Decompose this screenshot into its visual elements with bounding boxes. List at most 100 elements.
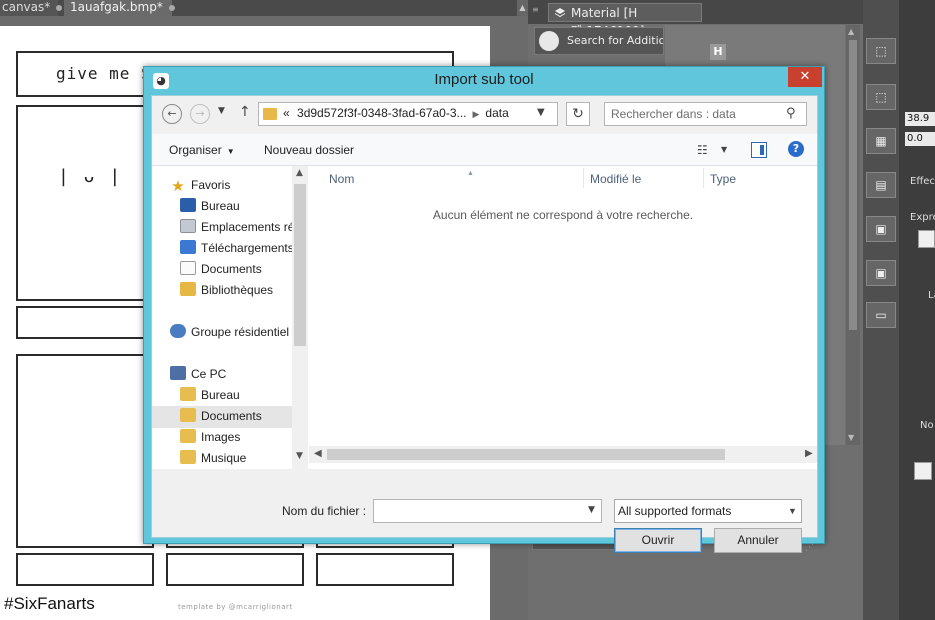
- view-options-icon[interactable]: ☷: [697, 143, 708, 157]
- scroll-up-icon[interactable]: ▲: [296, 168, 303, 178]
- sidebar-item-pictures[interactable]: Images: [180, 427, 240, 449]
- sidebar-scrollbar[interactable]: ▲ ▼: [292, 166, 308, 469]
- scroll-left-icon[interactable]: ◀: [314, 448, 322, 459]
- close-tab-icon[interactable]: [56, 4, 63, 11]
- scroll-up-icon[interactable]: ▲: [848, 27, 854, 36]
- filename-combo[interactable]: ▼: [373, 499, 602, 523]
- chevron-down-icon[interactable]: ▼: [721, 145, 727, 154]
- breadcrumb-parent[interactable]: 3d9d572f3f-0348-3fad-67a0-3...: [297, 106, 466, 120]
- column-divider[interactable]: [583, 168, 584, 188]
- sidebar-item-downloads[interactable]: Téléchargements: [180, 238, 294, 260]
- filename-label: Nom du fichier :: [282, 504, 367, 518]
- value-field[interactable]: 0.0: [905, 132, 935, 146]
- new-folder-button[interactable]: Nouveau dossier: [264, 143, 354, 157]
- sidebar-item-recent-places[interactable]: Emplacements ré: [180, 217, 294, 239]
- sidebar-item-documents[interactable]: Documents: [180, 259, 262, 281]
- search-icon[interactable]: ⚲: [786, 106, 796, 121]
- scroll-down-icon[interactable]: ▼: [848, 433, 854, 442]
- downloads-icon: [180, 240, 196, 254]
- sidebar-item-homegroup[interactable]: Groupe résidentiel: [170, 322, 289, 344]
- preview-pane-icon[interactable]: [751, 142, 767, 158]
- organize-label: Organiser: [169, 143, 222, 157]
- comic-panel: [316, 553, 454, 586]
- up-button[interactable]: ↑: [239, 104, 251, 120]
- dialog-title-bar[interactable]: ◕ Import sub tool ✕: [144, 67, 824, 94]
- search-box[interactable]: ⚲: [604, 102, 807, 126]
- scroll-right-icon[interactable]: ▶: [805, 448, 813, 459]
- column-header-name[interactable]: Nom ▲: [329, 170, 474, 186]
- folder-icon[interactable]: ▭: [866, 302, 896, 328]
- column-divider[interactable]: [703, 168, 704, 188]
- scroll-thumb[interactable]: [849, 40, 857, 330]
- resize-grip-icon[interactable]: ⋰: [805, 543, 814, 553]
- material-scrollbar[interactable]: ▲ ▼: [846, 25, 860, 445]
- sort-ascending-icon: ▲: [467, 170, 474, 177]
- close-button[interactable]: ✕: [788, 67, 822, 87]
- breadcrumb-current[interactable]: data: [485, 106, 508, 120]
- panel-grip-icon[interactable]: ≡: [532, 5, 542, 19]
- sidebar-item-favorites[interactable]: ★ Favoris: [170, 175, 230, 197]
- desktop-folder-icon: [180, 387, 196, 401]
- chevron-down-icon: ▼: [788, 506, 797, 516]
- horizontal-scrollbar[interactable]: ◀ ▶: [309, 446, 817, 463]
- tab-scroll-icon[interactable]: ▲: [517, 0, 528, 16]
- category-button[interactable]: ▦: [866, 128, 896, 154]
- computer-icon: [170, 366, 186, 380]
- organize-button[interactable]: Organiser ▼: [169, 143, 235, 157]
- sidebar-item-music[interactable]: Musique: [180, 448, 246, 469]
- refresh-button[interactable]: ↻: [566, 102, 590, 126]
- color-field[interactable]: [918, 230, 935, 248]
- category-button[interactable]: ⬚: [866, 38, 896, 64]
- scroll-thumb[interactable]: [294, 184, 306, 346]
- file-type-value: All supported formats: [618, 504, 732, 518]
- template-credit: template by @mcarriglionart: [178, 603, 293, 611]
- file-type-select[interactable]: All supported formats ▼: [614, 499, 802, 523]
- column-header-modified[interactable]: Modifié le: [590, 172, 641, 186]
- category-button[interactable]: ⬚: [866, 84, 896, 110]
- search-additional-button[interactable]: Search for Additio...: [534, 27, 664, 55]
- category-button[interactable]: ▣: [866, 260, 896, 286]
- history-dropdown-icon[interactable]: ▼: [218, 106, 225, 116]
- scroll-down-icon[interactable]: ▼: [296, 451, 303, 461]
- open-button[interactable]: Ouvrir: [614, 528, 702, 553]
- forward-button[interactable]: →: [190, 104, 210, 124]
- new-layer-icon[interactable]: [914, 462, 932, 480]
- document-tab-bmp[interactable]: 1auafgak.bmp*: [64, 0, 175, 16]
- expression-label: Expre: [910, 212, 935, 223]
- material-tab[interactable]: Material [H펜-1746109]: [548, 3, 702, 38]
- back-button[interactable]: ←: [162, 104, 182, 124]
- scroll-thumb[interactable]: [327, 449, 725, 460]
- column-header-type[interactable]: Type: [710, 172, 736, 186]
- sidebar-item-desktop[interactable]: Bureau: [180, 196, 240, 218]
- category-button[interactable]: ▤: [866, 172, 896, 198]
- music-folder-icon: [180, 450, 196, 464]
- comic-panel: [166, 553, 304, 586]
- sidebar-item-label: Musique: [201, 451, 247, 465]
- value-field[interactable]: 38.9: [905, 112, 935, 126]
- sidebar-item-pc-documents[interactable]: Documents: [152, 406, 292, 428]
- file-list[interactable]: Nom ▲ Modifié le Type Aucun élément ne co…: [309, 166, 817, 469]
- sidebar-item-this-pc[interactable]: Ce PC: [170, 364, 226, 386]
- layers-icon: [554, 8, 566, 18]
- tab-label: 1auafgak.bmp*: [70, 0, 163, 14]
- cancel-button[interactable]: Annuler: [714, 528, 802, 553]
- filename-input[interactable]: [378, 503, 578, 519]
- address-bar[interactable]: « 3d9d572f3f-0348-3fad-67a0-3... ▶ data ▼: [258, 102, 558, 126]
- sidebar-item-pc-desktop[interactable]: Bureau: [180, 385, 240, 407]
- column-label: Nom: [329, 172, 355, 186]
- chevron-down-icon[interactable]: ▼: [588, 505, 595, 515]
- document-tab-canvas[interactable]: canvas*: [0, 0, 63, 16]
- chevron-right-icon[interactable]: ▶: [473, 109, 480, 119]
- empty-message: Aucun élément ne correspond à votre rech…: [432, 208, 694, 222]
- sidebar-item-label: Groupe résidentiel: [191, 325, 290, 339]
- help-icon[interactable]: ?: [788, 141, 804, 157]
- category-button[interactable]: ▣: [866, 216, 896, 242]
- close-tab-icon[interactable]: [168, 4, 175, 11]
- breadcrumb-overflow[interactable]: «: [283, 106, 290, 120]
- sidebar-item-libraries[interactable]: Bibliothèques: [180, 280, 273, 302]
- chevron-down-icon[interactable]: ▼: [537, 107, 545, 118]
- search-input[interactable]: [611, 106, 781, 122]
- import-sub-tool-dialog: ◕ Import sub tool ✕ ← → ▼ ↑ « 3d9d572f3f…: [143, 66, 825, 553]
- breadcrumb: « 3d9d572f3f-0348-3fad-67a0-3... ▶ data: [283, 106, 509, 120]
- navigation-pane[interactable]: ★ Favoris Bureau Emplacements ré Téléchar…: [152, 166, 308, 469]
